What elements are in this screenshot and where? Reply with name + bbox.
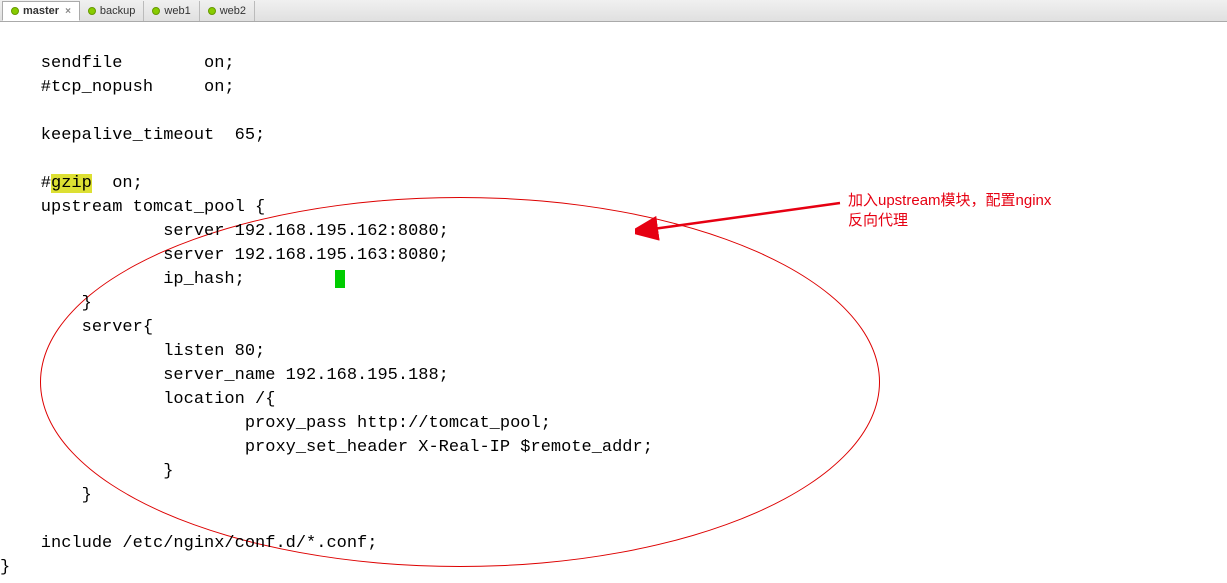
code-line: } [0, 486, 92, 505]
annotation-line1: 加入upstream模块，配置nginx [848, 191, 1051, 211]
code-line: proxy_set_header X-Real-IP $remote_addr; [0, 438, 653, 457]
code-line: location /{ [0, 390, 275, 409]
code-line: } [0, 294, 92, 313]
code-line-suffix: on; [92, 174, 143, 193]
tab-label: master [23, 5, 59, 17]
code-line: sendfile on; [0, 54, 235, 73]
tab-web2[interactable]: web2 [200, 1, 255, 21]
code-line-prefix: # [0, 174, 51, 193]
annotation-line2: 反向代理 [848, 211, 1051, 231]
search-highlight: gzip [51, 174, 92, 193]
code-line: } [0, 558, 10, 577]
code-line: server 192.168.195.163:8080; [0, 246, 449, 265]
status-dot-icon [152, 7, 160, 15]
code-line: include /etc/nginx/conf.d/*.conf; [0, 534, 377, 553]
code-line: server 192.168.195.162:8080; [0, 222, 449, 241]
code-line: } [0, 462, 173, 481]
status-dot-icon [11, 7, 19, 15]
annotation-text: 加入upstream模块，配置nginx 反向代理 [848, 191, 1051, 231]
code-line: listen 80; [0, 342, 265, 361]
tab-web1[interactable]: web1 [144, 1, 199, 21]
code-line: server{ [0, 318, 153, 337]
code-line: proxy_pass http://tomcat_pool; [0, 414, 551, 433]
code-line: keepalive_timeout 65; [0, 126, 265, 145]
code-line: server_name 192.168.195.188; [0, 366, 449, 385]
tab-label: web2 [220, 5, 246, 17]
tab-master[interactable]: master × [2, 1, 80, 21]
code-line: upstream tomcat_pool { [0, 198, 265, 217]
tab-backup[interactable]: backup [80, 1, 144, 21]
status-dot-icon [88, 7, 96, 15]
status-dot-icon [208, 7, 216, 15]
code-content[interactable]: sendfile on; #tcp_nopush on; keepalive_t… [0, 22, 1227, 580]
tab-label: web1 [164, 5, 190, 17]
text-cursor [335, 270, 345, 288]
tab-bar: master × backup web1 web2 [0, 0, 1227, 22]
tab-label: backup [100, 5, 135, 17]
editor-area[interactable]: 加入upstream模块，配置nginx 反向代理 sendfile on; #… [0, 22, 1227, 583]
close-icon[interactable]: × [65, 6, 71, 17]
code-line: ip_hash; [0, 270, 245, 289]
code-line: #tcp_nopush on; [0, 78, 235, 97]
